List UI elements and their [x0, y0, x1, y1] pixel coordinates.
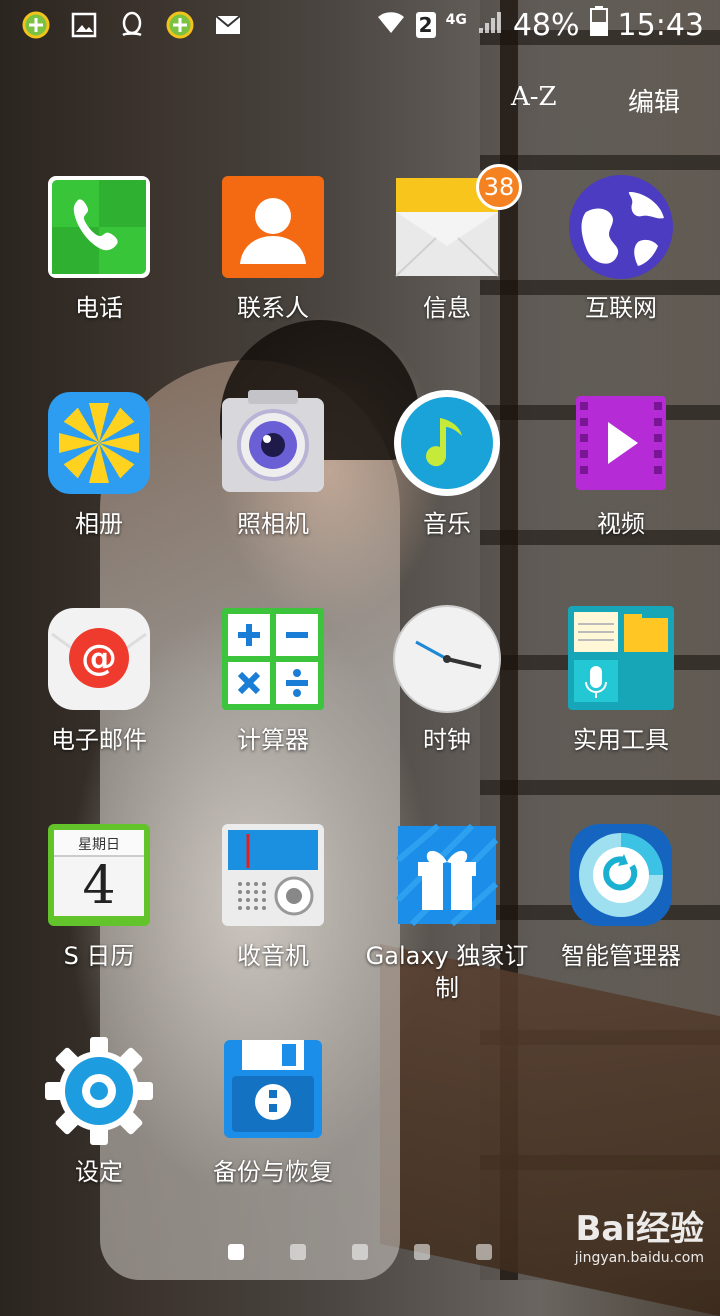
app-messages[interactable]: 38 信息	[362, 164, 532, 324]
app-calculator[interactable]: 计算器	[188, 604, 358, 756]
app-label: 相册	[75, 510, 123, 538]
notification-icons	[22, 11, 242, 39]
calendar-icon: 星期日 4	[44, 820, 154, 930]
360-security-icon	[22, 11, 50, 39]
app-label: 电话	[75, 294, 123, 322]
app-s-calendar[interactable]: 星期日 4 S 日历	[14, 820, 184, 972]
clock-time: 15:43	[617, 7, 704, 43]
settings-gear-icon	[44, 1036, 154, 1146]
app-label: 时钟	[423, 726, 471, 754]
signal-icon	[477, 8, 503, 43]
svg-text:@: @	[81, 638, 117, 679]
app-phone[interactable]: 电话	[14, 172, 184, 324]
app-smart-manager[interactable]: 智能管理器	[536, 820, 706, 972]
page-dot-4[interactable]	[414, 1244, 430, 1260]
app-clock[interactable]: 时钟	[362, 604, 532, 756]
360-security-icon	[166, 11, 194, 39]
page-dot-1[interactable]	[228, 1244, 244, 1260]
app-label: 计算器	[237, 726, 309, 754]
page-dot-3[interactable]	[352, 1244, 368, 1260]
app-label: 设定	[75, 1158, 123, 1186]
contacts-icon	[218, 172, 328, 282]
app-label: 照相机	[237, 510, 309, 538]
system-indicators: 2 4G 48% 15:43	[376, 6, 704, 44]
page-dot-2[interactable]	[290, 1244, 306, 1260]
app-backup-restore[interactable]: 备份与恢复	[188, 1036, 358, 1188]
sim-slot-badge: 2	[415, 12, 436, 38]
calendar-date: 4	[82, 856, 116, 916]
globe-icon	[566, 172, 676, 282]
status-bar: 2 4G 48% 15:43	[0, 0, 720, 50]
clock-icon	[392, 604, 502, 714]
drawer-actions: A-Z 编辑	[0, 82, 720, 122]
network-type: 4G	[445, 12, 467, 28]
sort-az-button[interactable]: A-Z	[511, 82, 557, 112]
gallery-icon	[70, 11, 98, 39]
app-radio[interactable]: 收音机	[188, 820, 358, 972]
watermark-url: jingyan.baidu.com	[574, 1250, 704, 1266]
baidu-jingyan-watermark: Bai经验 jingyan.baidu.com	[575, 1201, 704, 1266]
battery-icon	[589, 6, 608, 44]
wifi-icon	[376, 8, 406, 43]
tools-folder-icon	[566, 604, 676, 714]
radio-icon	[218, 820, 328, 930]
app-settings[interactable]: 设定	[14, 1036, 184, 1188]
app-label: 音乐	[423, 510, 471, 538]
app-label: Galaxy 独家订制	[365, 942, 529, 1002]
app-label: S 日历	[63, 942, 135, 970]
app-label: 电子邮件	[51, 726, 147, 754]
camera-icon	[218, 388, 328, 498]
app-label: 联系人	[237, 294, 309, 322]
app-camera[interactable]: 照相机	[188, 388, 358, 540]
email-at-icon: @	[44, 604, 154, 714]
floppy-disk-icon	[218, 1036, 328, 1146]
app-gallery[interactable]: 相册	[14, 388, 184, 540]
gallery-flower-icon	[44, 388, 154, 498]
app-label: 实用工具	[573, 726, 669, 754]
gift-icon	[392, 820, 502, 930]
app-tools-folder[interactable]: 实用工具	[536, 604, 706, 756]
app-video[interactable]: 视频	[536, 388, 706, 540]
watermark-logo: Bai经验	[575, 1209, 704, 1249]
phone-icon	[44, 172, 154, 282]
calculator-icon	[218, 604, 328, 714]
unread-count-badge: 38	[476, 164, 522, 210]
app-galaxy-gifts[interactable]: Galaxy 独家订制	[362, 820, 532, 1004]
qq-icon	[118, 11, 146, 39]
app-label: 备份与恢复	[213, 1158, 333, 1186]
mail-icon	[214, 11, 242, 39]
app-internet[interactable]: 互联网	[536, 172, 706, 324]
page-dot-5[interactable]	[476, 1244, 492, 1260]
app-music[interactable]: 音乐	[362, 388, 532, 540]
app-label: 信息	[423, 294, 471, 322]
app-label: 收音机	[237, 942, 309, 970]
messages-icon: 38	[392, 164, 522, 282]
app-contacts[interactable]: 联系人	[188, 172, 358, 324]
app-label: 视频	[597, 510, 645, 538]
battery-percent: 48%	[512, 7, 580, 43]
app-label: 智能管理器	[561, 942, 681, 970]
app-label: 互联网	[585, 294, 657, 322]
music-note-icon	[392, 388, 502, 498]
edit-button[interactable]: 编辑	[628, 82, 680, 119]
app-email[interactable]: @ 电子邮件	[14, 604, 184, 756]
smart-manager-icon	[566, 820, 676, 930]
video-play-icon	[566, 388, 676, 498]
calendar-weekday: 星期日	[78, 837, 120, 853]
